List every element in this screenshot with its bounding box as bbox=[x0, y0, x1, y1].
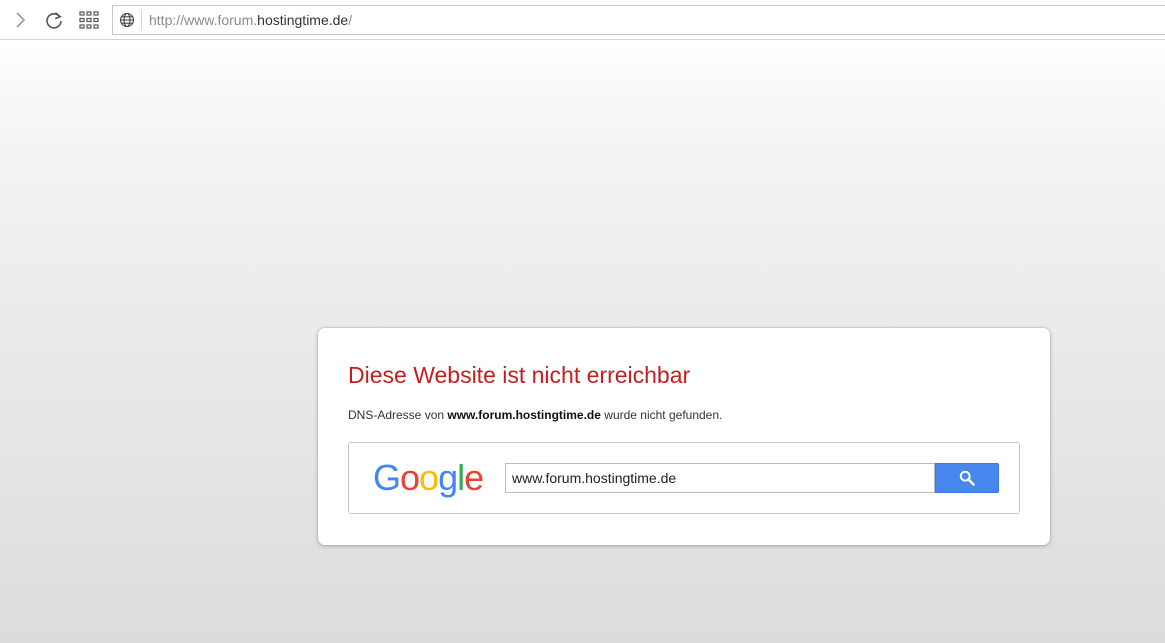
google-logo-letter: g bbox=[438, 457, 458, 498]
page-content: Diese Website ist nicht erreichbar DNS-A… bbox=[0, 41, 1165, 643]
url-text[interactable]: http://www.forum.hostingtime.de/ bbox=[149, 12, 352, 28]
google-search-box: Google bbox=[348, 442, 1020, 514]
google-search-button[interactable] bbox=[935, 463, 999, 493]
apps-button[interactable] bbox=[75, 6, 103, 34]
error-desc-suffix: wurde nicht gefunden. bbox=[600, 408, 723, 422]
google-logo-letter: o bbox=[400, 457, 420, 498]
google-logo: Google bbox=[373, 457, 484, 499]
address-divider bbox=[141, 10, 142, 30]
error-domain: www.forum.hostingtime.de bbox=[447, 408, 601, 422]
url-host: hostingtime.de bbox=[257, 12, 349, 28]
error-title: Diese Website ist nicht erreichbar bbox=[348, 362, 691, 388]
error-card: Diese Website ist nicht erreichbar DNS-A… bbox=[318, 328, 1050, 545]
google-logo-letter: o bbox=[419, 457, 439, 498]
apps-grid-icon bbox=[79, 11, 99, 29]
forward-button[interactable] bbox=[6, 6, 34, 34]
address-bar[interactable]: http://www.forum.hostingtime.de/ bbox=[112, 5, 1165, 35]
globe-icon bbox=[119, 12, 135, 28]
google-search-input[interactable] bbox=[505, 463, 935, 493]
error-description: DNS-Adresse von www.forum.hostingtime.de… bbox=[348, 408, 722, 422]
url-suffix: / bbox=[348, 12, 353, 28]
error-desc-prefix: DNS-Adresse von bbox=[348, 408, 448, 422]
browser-toolbar: http://www.forum.hostingtime.de/ bbox=[0, 0, 1165, 40]
reload-button[interactable] bbox=[40, 6, 68, 34]
chevron-right-icon bbox=[16, 12, 26, 28]
google-logo-letter: G bbox=[373, 457, 401, 498]
google-logo-letter: e bbox=[464, 457, 484, 498]
search-icon bbox=[959, 470, 975, 486]
reload-icon bbox=[46, 12, 62, 29]
url-prefix: http://www.forum. bbox=[149, 12, 258, 28]
